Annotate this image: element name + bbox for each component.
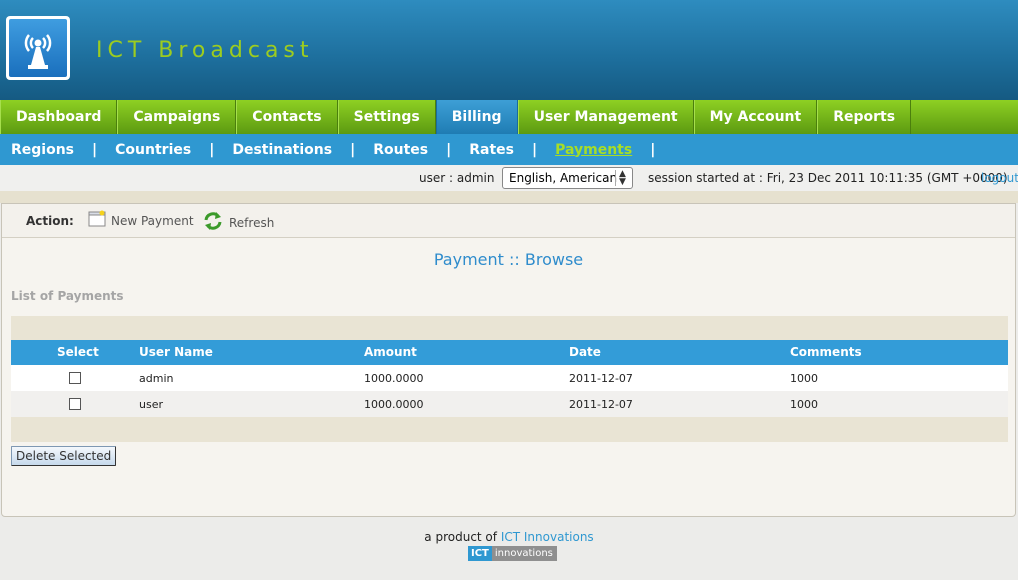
new-payment-button[interactable]: New Payment (88, 210, 194, 231)
new-payment-label: New Payment (111, 213, 194, 228)
app-header: ICT Broadcast (0, 0, 1018, 100)
cell-date: 2011-12-07 (569, 398, 633, 411)
nav-dashboard[interactable]: Dashboard (0, 100, 118, 134)
current-user-label: user : admin (419, 171, 495, 185)
cell-comments: 1000 (790, 398, 818, 411)
header-date[interactable]: Date (569, 345, 601, 359)
table-header: Select User Name Amount Date Comments (11, 340, 1008, 365)
nav-reports[interactable]: Reports (817, 100, 912, 134)
header-user-name[interactable]: User Name (139, 345, 213, 359)
subnav-separator: | (209, 141, 215, 158)
cell-date: 2011-12-07 (569, 372, 633, 385)
footer: a product of ICT Innovations (0, 530, 1018, 544)
page-heading: Payment :: Browse (433, 250, 584, 269)
content-panel: Action: New Payment Refresh Payment:: B… (1, 203, 1016, 517)
header-amount[interactable]: Amount (364, 345, 417, 359)
cell-user-name: admin (139, 372, 174, 385)
subnav-separator: | (92, 141, 98, 158)
action-bar: Action: New Payment Refresh (2, 204, 1015, 238)
company-link[interactable]: ICT Innovations (501, 530, 594, 544)
select-arrows-icon: ▲ ▼ (615, 170, 629, 187)
company-badge-logo[interactable]: ICT innovations (468, 546, 557, 561)
session-started-label: session started at : Fri, 23 Dec 2011 10… (648, 171, 1008, 185)
broadcast-tower-icon (9, 19, 67, 77)
subnav-separator: | (350, 141, 356, 158)
language-select[interactable]: English, American ▲ ▼ (502, 167, 633, 189)
subnav-regions[interactable]: Regions (11, 142, 74, 158)
cell-amount: 1000.0000 (364, 372, 424, 385)
subnav-countries[interactable]: Countries (115, 142, 191, 158)
logout-link[interactable]: logout (981, 171, 1018, 185)
subnav-payments[interactable]: Payments (555, 142, 632, 158)
cell-comments: 1000 (790, 372, 818, 385)
table-row: admin 1000.0000 2011-12-07 1000 (11, 365, 1008, 391)
subnav-separator: | (531, 141, 538, 158)
footer-prefix: a product of (424, 530, 497, 544)
sub-nav: Regions | Countries | Destinations | Rou… (0, 134, 1018, 165)
main-nav: Dashboard Campaigns Contacts Settings Bi… (0, 100, 1018, 134)
new-document-icon (88, 210, 106, 231)
header-comments[interactable]: Comments (790, 345, 862, 359)
nav-contacts[interactable]: Contacts (236, 100, 338, 134)
session-bar: user : admin English, American ▲ ▼ sessio… (0, 165, 1018, 191)
cell-amount: 1000.0000 (364, 398, 424, 411)
nav-campaigns[interactable]: Campaigns (117, 100, 237, 134)
delete-selected-button[interactable]: Delete Selected (11, 446, 117, 466)
nav-settings[interactable]: Settings (337, 100, 436, 134)
subnav-destinations[interactable]: Destinations (232, 142, 332, 158)
nav-my-account[interactable]: My Account (693, 100, 818, 134)
list-title: List of Payments (11, 289, 124, 303)
divider-bar (0, 191, 1018, 203)
refresh-button[interactable]: Refresh (202, 210, 274, 235)
refresh-label: Refresh (229, 215, 275, 230)
badge-innovations: innovations (491, 546, 557, 561)
subnav-separator: | (650, 141, 656, 158)
header-select: Select (57, 345, 99, 359)
row-select-checkbox[interactable] (69, 398, 81, 410)
nav-filler (911, 100, 1018, 134)
logo[interactable] (6, 16, 70, 80)
badge-ict: ICT (468, 546, 492, 561)
row-select-checkbox[interactable] (69, 372, 81, 384)
cell-user-name: user (139, 398, 163, 411)
site-title: ICT Broadcast (96, 38, 314, 63)
language-value: English, American (509, 171, 618, 185)
action-label: Action: (26, 214, 74, 228)
table-row: user 1000.0000 2011-12-07 1000 (11, 391, 1008, 417)
nav-user-management[interactable]: User Management (517, 100, 694, 134)
refresh-icon (202, 210, 224, 235)
subnav-routes[interactable]: Routes (373, 142, 428, 158)
payments-table: Select User Name Amount Date Comments ad… (11, 316, 1008, 442)
subnav-rates[interactable]: Rates (469, 142, 514, 158)
nav-billing[interactable]: Billing (435, 100, 518, 134)
subnav-separator: | (446, 141, 452, 158)
